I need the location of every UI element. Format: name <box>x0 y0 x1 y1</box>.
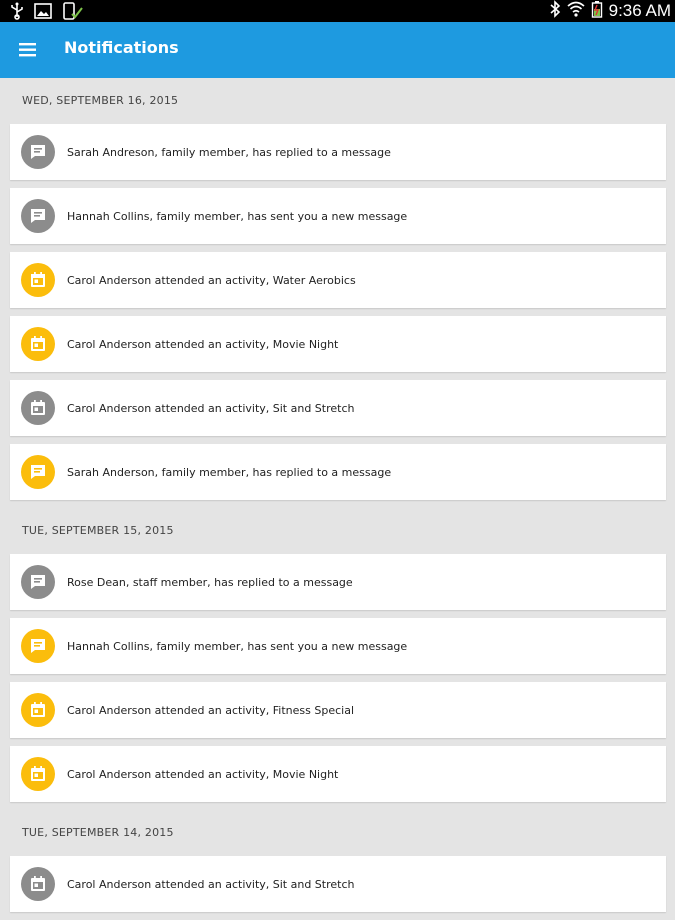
calendar-icon <box>21 867 55 901</box>
notification-item[interactable]: Hannah Collins, family member, has sent … <box>10 618 666 674</box>
notification-text: Rose Dean, staff member, has replied to … <box>67 575 353 589</box>
notification-group: WED, SEPTEMBER 16, 2015 Sarah Andreson, … <box>0 78 675 500</box>
notification-text: Hannah Collins, family member, has sent … <box>67 209 408 223</box>
bluetooth-icon <box>549 0 561 22</box>
status-right-icons: 9:36 AM <box>549 0 671 22</box>
message-icon <box>21 199 55 233</box>
date-header: TUE, SEPTEMBER 15, 2015 <box>22 524 174 537</box>
image-icon <box>34 3 52 23</box>
notification-item[interactable]: Hannah Collins, family member, has sent … <box>10 188 666 244</box>
notification-item[interactable]: Carol Anderson attended an activity, Mov… <box>10 746 666 802</box>
notification-text: Carol Anderson attended an activity, Wat… <box>67 273 356 287</box>
status-bar: 9:36 AM <box>0 0 675 22</box>
notification-item[interactable]: Sarah Andreson, family member, has repli… <box>10 124 666 180</box>
notification-text: Sarah Anderson, family member, has repli… <box>67 465 392 479</box>
calendar-icon <box>21 757 55 791</box>
notification-text: Carol Anderson attended an activity, Mov… <box>67 767 339 781</box>
notification-item[interactable]: Carol Anderson attended an activity, Sit… <box>10 856 666 912</box>
calendar-icon <box>21 391 55 425</box>
notification-text: Carol Anderson attended an activity, Fit… <box>67 703 354 717</box>
notification-item[interactable]: Carol Anderson attended an activity, Mov… <box>10 316 666 372</box>
notification-item[interactable]: Carol Anderson attended an activity, Wat… <box>10 252 666 308</box>
status-time: 9:36 AM <box>608 1 671 20</box>
date-header: WED, SEPTEMBER 16, 2015 <box>22 94 179 107</box>
usb-icon <box>10 2 24 24</box>
notification-group: TUE, SEPTEMBER 14, 2015 Carol Anderson a… <box>0 810 675 912</box>
message-icon <box>21 135 55 169</box>
notification-text: Sarah Andreson, family member, has repli… <box>67 145 391 159</box>
notification-text: Hannah Collins, family member, has sent … <box>67 639 408 653</box>
notification-item[interactable]: Rose Dean, staff member, has replied to … <box>10 554 666 610</box>
message-icon <box>21 565 55 599</box>
page-title: Notifications <box>64 38 179 57</box>
battery-icon <box>591 0 603 22</box>
menu-button[interactable] <box>10 32 46 68</box>
notification-group: TUE, SEPTEMBER 15, 2015 Rose Dean, staff… <box>0 508 675 802</box>
wifi-icon <box>567 1 585 21</box>
notification-text: Carol Anderson attended an activity, Mov… <box>67 337 339 351</box>
hamburger-menu-icon <box>19 43 36 57</box>
notification-item[interactable]: Carol Anderson attended an activity, Sit… <box>10 380 666 436</box>
app-bar: Notifications <box>0 22 675 78</box>
date-header: TUE, SEPTEMBER 14, 2015 <box>22 826 174 839</box>
message-icon <box>21 629 55 663</box>
notification-item[interactable]: Carol Anderson attended an activity, Fit… <box>10 682 666 738</box>
notification-item[interactable]: Sarah Anderson, family member, has repli… <box>10 444 666 500</box>
notification-list: WED, SEPTEMBER 16, 2015 Sarah Andreson, … <box>0 78 675 920</box>
calendar-icon <box>21 263 55 297</box>
message-icon <box>21 455 55 489</box>
calendar-icon <box>21 327 55 361</box>
notification-text: Carol Anderson attended an activity, Sit… <box>67 401 355 415</box>
phone-check-icon <box>62 2 84 24</box>
calendar-icon <box>21 693 55 727</box>
notification-text: Carol Anderson attended an activity, Sit… <box>67 877 355 891</box>
status-left-icons <box>10 2 84 24</box>
